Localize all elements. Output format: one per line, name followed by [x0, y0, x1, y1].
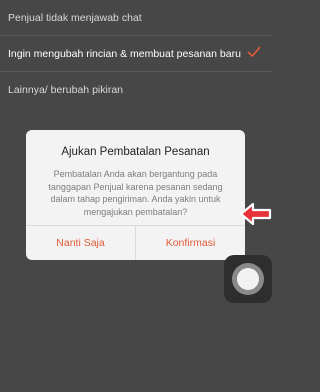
reason-label: Lainnya/ berubah pikiran — [8, 83, 123, 96]
reason-item-changed-mind[interactable]: Lainnya/ berubah pikiran — [0, 71, 272, 107]
confirm-cancellation-dialog: Ajukan Pembatalan Pesanan Pembatalan And… — [26, 130, 245, 260]
confirm-button[interactable]: Konfirmasi — [135, 226, 245, 260]
reason-item-seller-no-reply[interactable]: Penjual tidak menjawab chat — [0, 0, 272, 35]
reason-label: Ingin mengubah rincian & membuat pesanan… — [8, 47, 241, 60]
dialog-message: Pembatalan Anda akan bergantung pada tan… — [48, 169, 223, 217]
arrow-left-icon — [239, 202, 272, 226]
assistive-touch-core — [237, 268, 259, 290]
dialog-title: Ajukan Pembatalan Pesanan — [61, 146, 210, 158]
later-button[interactable]: Nanti Saja — [26, 226, 135, 260]
checkmark-icon — [247, 46, 261, 57]
assistive-touch-icon[interactable] — [224, 255, 272, 303]
dialog-actions: Nanti Saja Konfirmasi — [26, 225, 245, 260]
cancellation-reason-list: Penjual tidak menjawab chat Ingin mengub… — [0, 0, 272, 107]
reason-item-change-details[interactable]: Ingin mengubah rincian & membuat pesanan… — [0, 35, 272, 71]
reason-label: Penjual tidak menjawab chat — [8, 11, 142, 24]
